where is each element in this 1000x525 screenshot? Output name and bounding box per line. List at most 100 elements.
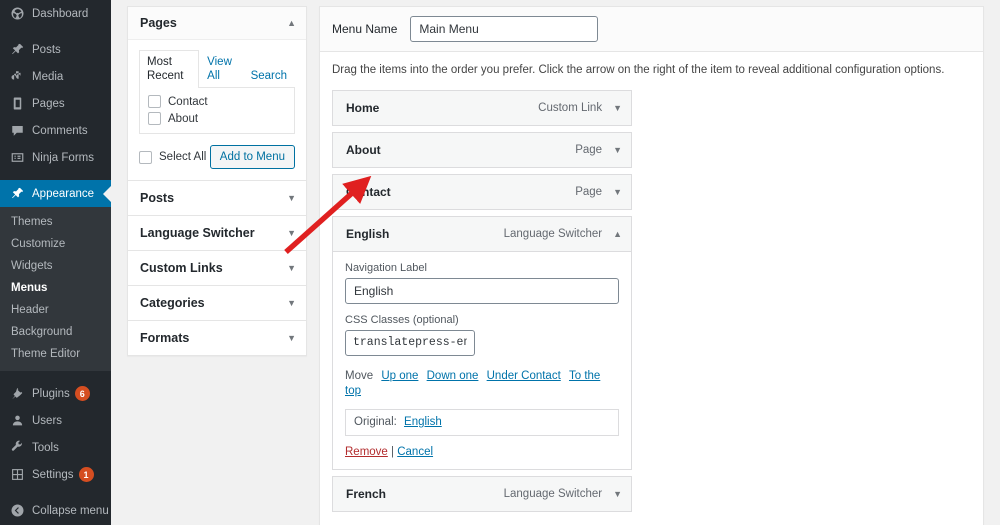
- sidebar-item-tools[interactable]: Tools: [0, 434, 111, 461]
- menu-item-title: About: [346, 143, 381, 157]
- settings-icon: [9, 467, 25, 483]
- pin-icon: [9, 42, 25, 58]
- user-icon: [9, 413, 25, 429]
- sidebar-item-plugins[interactable]: Plugins 6: [0, 380, 111, 407]
- list-item[interactable]: About: [148, 112, 286, 125]
- sidebar-item-label: Comments: [32, 124, 88, 137]
- sidebar-item-comments[interactable]: Comments: [0, 117, 111, 144]
- menu-item-french[interactable]: French Language Switcher ▼: [332, 476, 632, 512]
- triangle-down-icon[interactable]: ▼: [287, 333, 296, 343]
- sidebar-item-appearance[interactable]: Appearance: [0, 180, 111, 207]
- menu-item-type: Language Switcher: [503, 228, 603, 240]
- main-content: Pages ▲ Most Recent View All Search Cont…: [111, 0, 1000, 525]
- wrench-icon: [9, 440, 25, 456]
- triangle-down-icon[interactable]: ▼: [613, 103, 622, 113]
- menu-item-header[interactable]: About Page ▼: [333, 133, 631, 167]
- menu-name-label: Menu Name: [332, 22, 398, 36]
- move-down-one-link[interactable]: Down one: [427, 370, 479, 382]
- list-item-label: About: [168, 112, 199, 125]
- sidebar-item-posts[interactable]: Posts: [0, 36, 111, 63]
- move-row: Move Up one Down one Under Contact To th…: [345, 369, 619, 399]
- accordion-language-switcher[interactable]: Language Switcher ▼: [128, 215, 306, 250]
- sidebar-item-label: Settings: [32, 468, 74, 481]
- submenu-item-menus[interactable]: Menus: [0, 277, 111, 299]
- menu-item-english[interactable]: English Language Switcher ▲ Navigation L…: [332, 216, 632, 470]
- sidebar-item-ninja-forms[interactable]: Ninja Forms: [0, 144, 111, 171]
- add-to-menu-button[interactable]: Add to Menu: [209, 145, 295, 169]
- checkbox-select-all[interactable]: [139, 150, 152, 164]
- triangle-down-icon[interactable]: ▼: [613, 187, 622, 197]
- pages-metabox-header[interactable]: Pages ▲: [128, 7, 306, 40]
- triangle-down-icon[interactable]: ▼: [613, 145, 622, 155]
- menu-item-title: English: [346, 227, 390, 241]
- menu-item-header[interactable]: French Language Switcher ▼: [333, 477, 631, 511]
- sidebar-item-label: Media: [32, 70, 64, 83]
- checkbox-contact[interactable]: [148, 95, 161, 108]
- css-classes-input[interactable]: [345, 330, 475, 356]
- pages-metabox: Pages ▲ Most Recent View All Search Cont…: [127, 6, 307, 356]
- triangle-down-icon[interactable]: ▼: [287, 193, 296, 203]
- checkbox-about[interactable]: [148, 112, 161, 125]
- sidebar-item-label: Collapse menu: [32, 504, 109, 517]
- collapse-icon: [9, 503, 25, 519]
- move-under-contact-link[interactable]: Under Contact: [487, 370, 561, 382]
- menu-item-about[interactable]: About Page ▼: [332, 132, 632, 168]
- tab-view-all[interactable]: View All: [199, 50, 242, 87]
- menu-item-title: Home: [346, 101, 380, 115]
- menu-item-title: French: [346, 487, 387, 501]
- accordion-custom-links[interactable]: Custom Links ▼: [128, 250, 306, 285]
- menu-item-header[interactable]: English Language Switcher ▲: [333, 217, 631, 251]
- select-all-row[interactable]: Select All: [139, 150, 206, 164]
- sidebar-item-users[interactable]: Users: [0, 407, 111, 434]
- menu-item-header[interactable]: Home Custom Link ▼: [333, 91, 631, 125]
- comment-icon: [9, 123, 25, 139]
- menu-item-contact[interactable]: Contact Page ▼: [332, 174, 632, 210]
- appearance-submenu: Themes Customize Widgets Menus Header Ba…: [0, 207, 111, 371]
- menu-edit-panel: Menu Name Drag the items into the order …: [319, 6, 984, 525]
- menu-item-type: Page: [575, 186, 603, 198]
- submenu-item-theme-editor[interactable]: Theme Editor: [0, 343, 111, 365]
- submenu-item-themes[interactable]: Themes: [0, 211, 111, 233]
- sidebar-item-label: Dashboard: [32, 7, 89, 20]
- accordion-categories[interactable]: Categories ▼: [128, 285, 306, 320]
- triangle-down-icon[interactable]: ▼: [287, 228, 296, 238]
- sidebar-divider-1: [0, 27, 111, 36]
- pages-checkbox-list: Contact About: [139, 87, 295, 134]
- accordion-posts[interactable]: Posts ▼: [128, 180, 306, 215]
- submenu-item-customize[interactable]: Customize: [0, 233, 111, 255]
- menu-item-home[interactable]: Home Custom Link ▼: [332, 90, 632, 126]
- sidebar-item-media[interactable]: Media: [0, 63, 111, 90]
- tab-search[interactable]: Search: [243, 64, 295, 87]
- menu-item-header[interactable]: Contact Page ▼: [333, 175, 631, 209]
- triangle-down-icon[interactable]: ▼: [613, 489, 622, 499]
- sidebar-item-settings[interactable]: Settings 1: [0, 461, 111, 488]
- move-up-one-link[interactable]: Up one: [381, 370, 418, 382]
- sidebar-item-pages[interactable]: Pages: [0, 90, 111, 117]
- submenu-item-widgets[interactable]: Widgets: [0, 255, 111, 277]
- accordion-title: Custom Links: [140, 261, 223, 275]
- plug-icon: [9, 386, 25, 402]
- brush-icon: [9, 186, 25, 202]
- triangle-up-icon[interactable]: ▲: [613, 229, 622, 239]
- sidebar-item-label: Posts: [32, 43, 61, 56]
- sidebar-item-dashboard[interactable]: Dashboard: [0, 0, 111, 27]
- menu-item-type: Page: [575, 144, 603, 156]
- triangle-down-icon[interactable]: ▼: [287, 263, 296, 273]
- navigation-label-field: Navigation Label: [345, 261, 619, 304]
- accordion-title: Posts: [140, 191, 175, 205]
- tab-most-recent[interactable]: Most Recent: [139, 50, 200, 88]
- cancel-link[interactable]: Cancel: [397, 446, 433, 458]
- navigation-label-input[interactable]: [345, 278, 619, 304]
- submenu-item-background[interactable]: Background: [0, 321, 111, 343]
- sidebar-item-collapse-menu[interactable]: Collapse menu: [0, 497, 111, 524]
- triangle-down-icon[interactable]: ▼: [287, 298, 296, 308]
- original-link[interactable]: English: [404, 416, 442, 428]
- triangle-up-icon[interactable]: ▲: [287, 18, 296, 28]
- remove-link[interactable]: Remove: [345, 446, 388, 458]
- submenu-item-header[interactable]: Header: [0, 299, 111, 321]
- list-item[interactable]: Contact: [148, 95, 286, 108]
- menu-name-input[interactable]: [410, 16, 599, 42]
- media-icon: [9, 69, 25, 85]
- accordion-title: Language Switcher: [140, 226, 255, 240]
- accordion-formats[interactable]: Formats ▼: [128, 320, 306, 355]
